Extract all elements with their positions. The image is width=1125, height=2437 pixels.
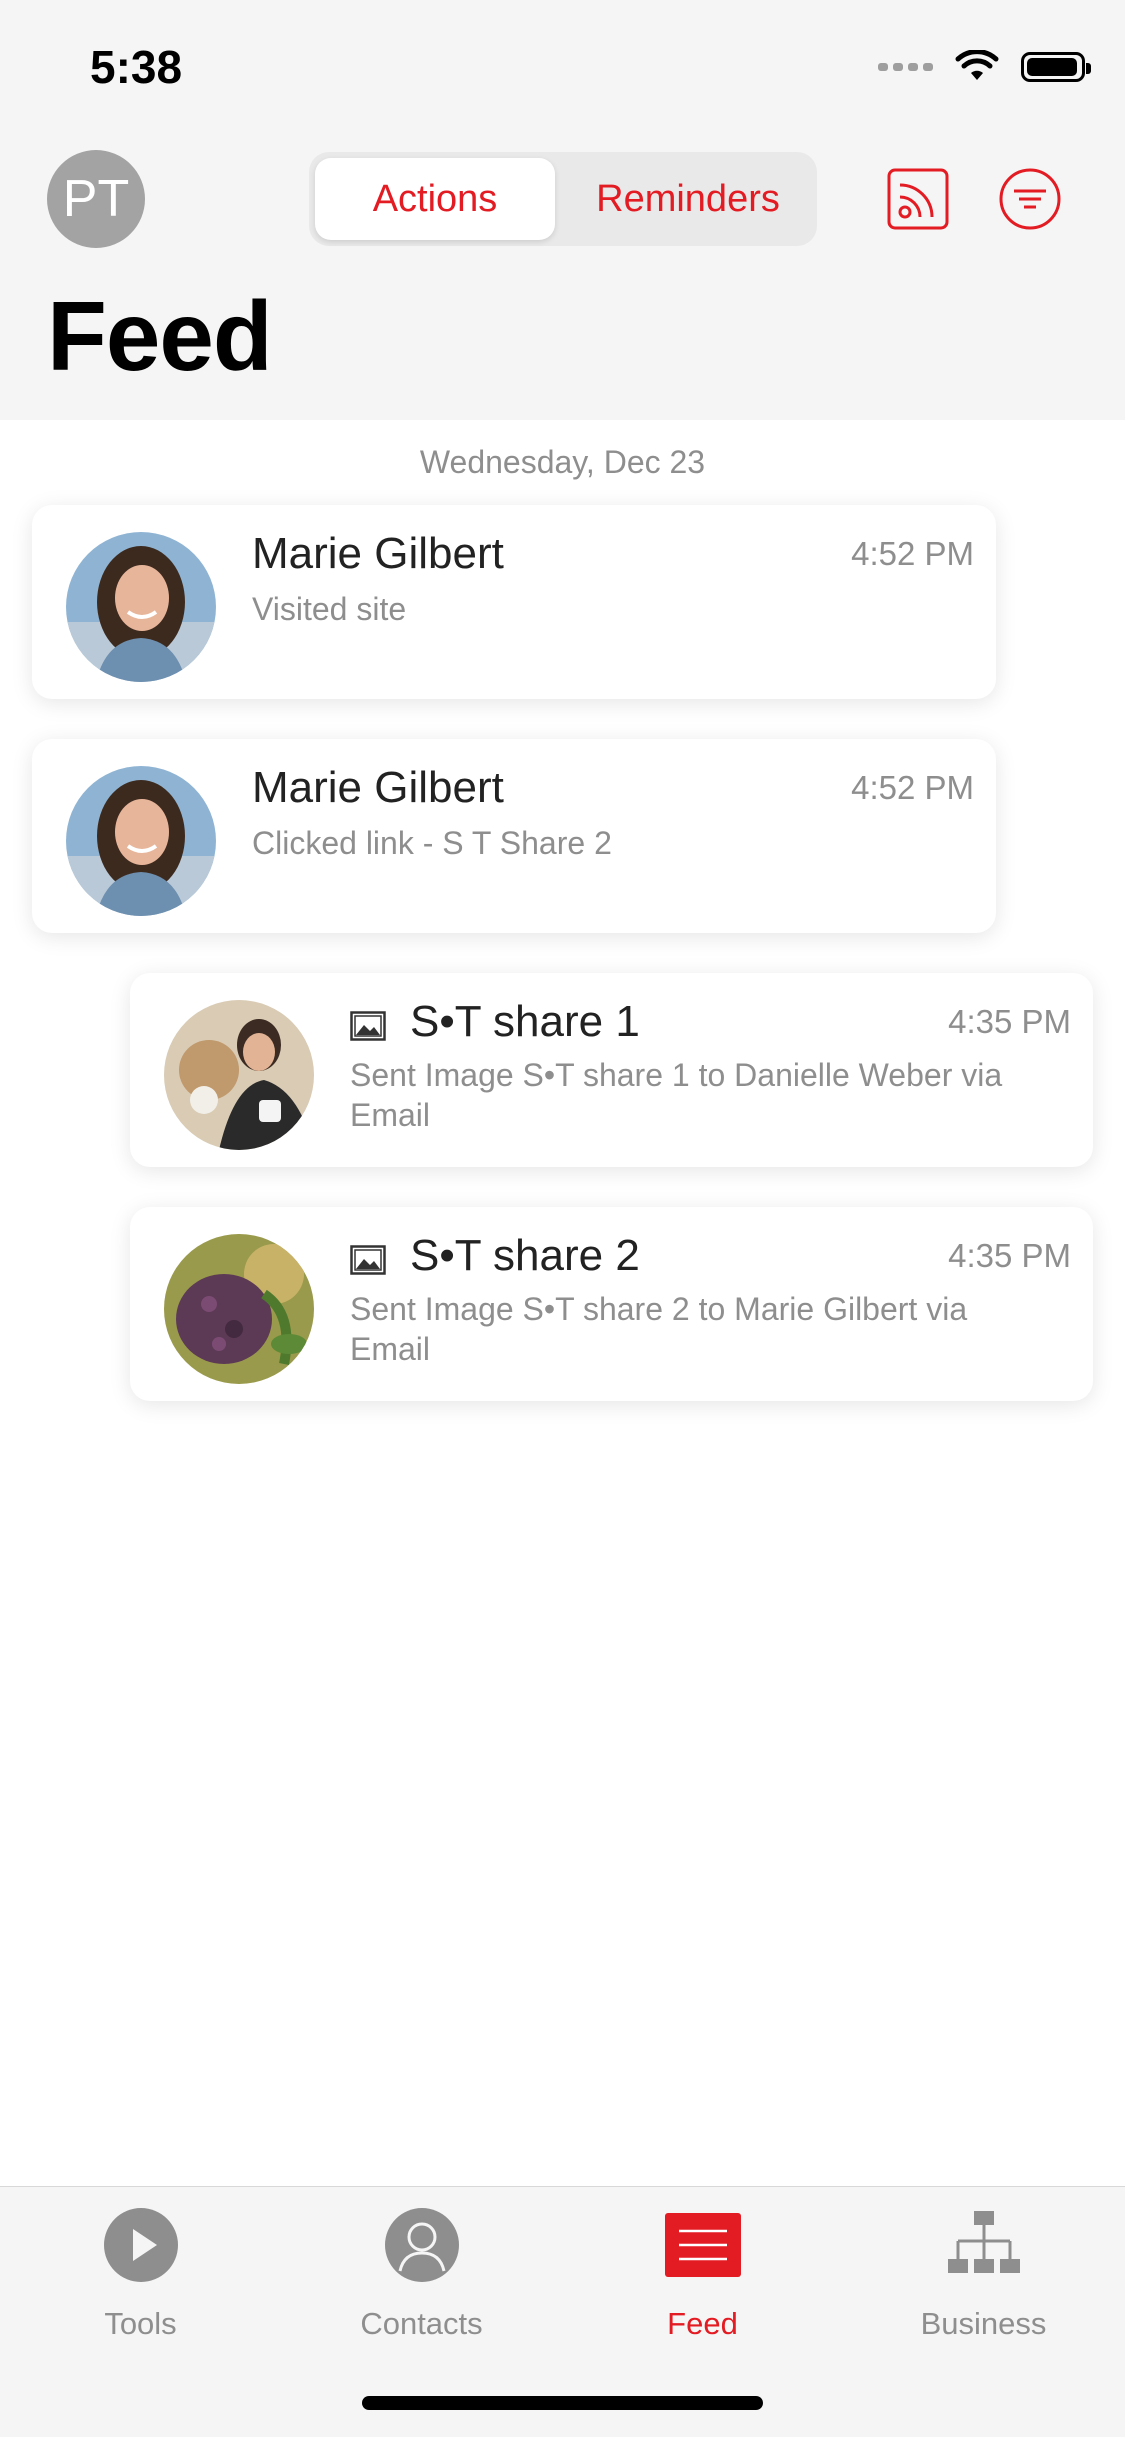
page-title: Feed (47, 281, 273, 391)
filter-icon[interactable] (998, 167, 1062, 231)
segment-actions[interactable]: Actions (315, 158, 555, 240)
tab-feed[interactable]: Feed (562, 2207, 843, 2342)
image-icon (350, 1245, 386, 1275)
tab-label: Feed (667, 2306, 738, 2341)
activity-time: 4:52 PM (851, 535, 974, 572)
share-title: S•T share 2 (410, 1231, 640, 1280)
tab-tools[interactable]: Tools (0, 2207, 281, 2342)
status-indicators (878, 50, 1091, 84)
contact-name: Marie Gilbert (252, 529, 504, 578)
person-icon (384, 2208, 459, 2282)
org-chart-icon (947, 2211, 1020, 2273)
feed-item[interactable]: S•T share 1 Sent Image S•T share 1 to Da… (130, 973, 1093, 1167)
tab-business[interactable]: Business (843, 2207, 1124, 2342)
segment-reminders[interactable]: Reminders (565, 158, 811, 240)
battery-icon (1021, 52, 1091, 82)
activity-detail: Sent Image S•T share 1 to Danielle Weber… (350, 1057, 1003, 1133)
date-section-header: Wednesday, Dec 23 (419, 444, 706, 480)
rss-icon[interactable] (886, 167, 950, 231)
share-title: S•T share 1 (410, 997, 640, 1046)
feed-item[interactable]: Marie Gilbert Clicked link - S T Share 2… (32, 739, 996, 933)
avatar-initials: PT (62, 170, 130, 228)
shared-image-thumbnail (164, 1234, 314, 1384)
play-icon (103, 2208, 178, 2282)
tab-label: Tools (104, 2306, 177, 2341)
activity-time: 4:35 PM (948, 1003, 1071, 1040)
home-indicator (362, 2396, 763, 2410)
tab-contacts[interactable]: Contacts (281, 2207, 562, 2342)
tab-label: Business (920, 2306, 1047, 2341)
user-avatar[interactable]: PT (47, 150, 145, 248)
activity-detail: Sent Image S•T share 2 to Marie Gilbert … (350, 1291, 968, 1367)
activity-time: 4:52 PM (851, 769, 974, 806)
wifi-icon (955, 50, 999, 80)
image-icon (350, 1011, 386, 1041)
status-time: 5:38 (90, 41, 183, 93)
cellular-signal-icon (878, 63, 933, 71)
feed-item[interactable]: S•T share 2 Sent Image S•T share 2 to Ma… (130, 1207, 1093, 1401)
feed-item[interactable]: Marie Gilbert Visited site 4:52 PM (32, 505, 996, 699)
activity-detail: Clicked link - S T Share 2 (252, 825, 612, 861)
contact-name: Marie Gilbert (252, 763, 504, 812)
contact-photo (66, 532, 216, 682)
activity-detail: Visited site (252, 591, 407, 627)
contact-photo (66, 766, 216, 916)
activity-time: 4:35 PM (948, 1237, 1071, 1274)
feed-list-icon (664, 2213, 741, 2277)
tab-label: Contacts (360, 2306, 483, 2341)
shared-image-thumbnail (164, 1000, 314, 1150)
segmented-control: Actions Reminders (309, 152, 817, 246)
